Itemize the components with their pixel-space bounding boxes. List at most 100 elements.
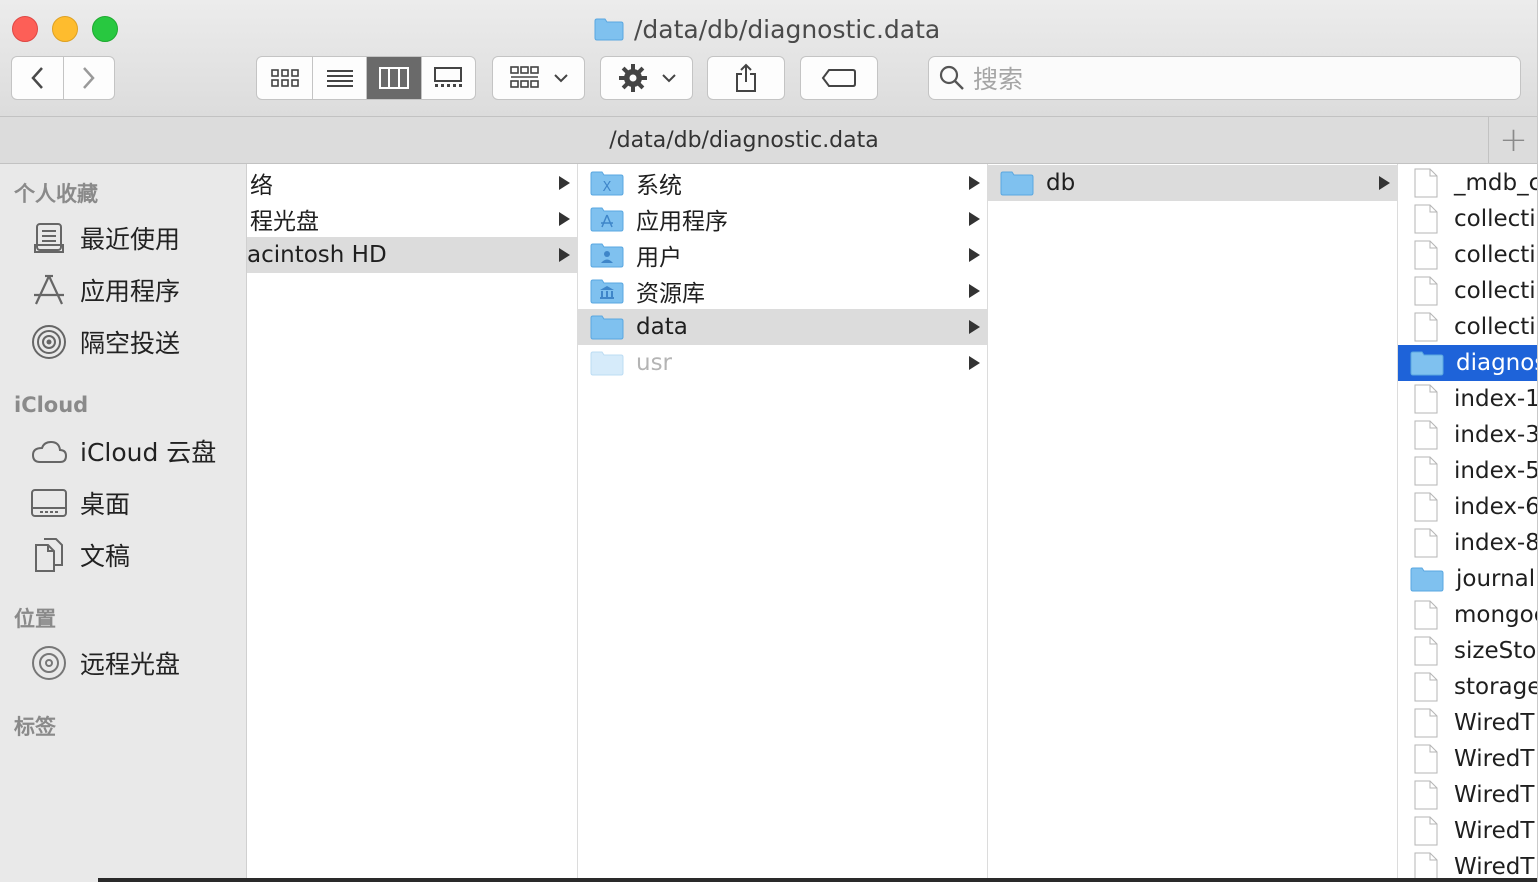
list-item-label: WiredT <box>1454 818 1535 844</box>
folder-icon <box>590 315 624 340</box>
sidebar-item-label: 应用程序 <box>80 277 181 306</box>
list-item-label: 用户 <box>636 245 682 271</box>
list-item[interactable]: index-3 <box>1398 417 1537 453</box>
list-item[interactable]: 用户 <box>578 237 987 273</box>
list-item[interactable]: WiredT <box>1398 705 1537 741</box>
list-item[interactable]: WiredT <box>1398 741 1537 777</box>
folder-icon <box>1410 567 1444 592</box>
action-menu-button[interactable] <box>600 56 693 100</box>
search-field[interactable]: 搜索 <box>928 56 1521 100</box>
window-title-text: /data/db/diagnostic.data <box>634 14 941 44</box>
svg-text:X: X <box>603 180 612 195</box>
list-item-label: journal <box>1456 566 1536 592</box>
gallery-view-button[interactable] <box>422 57 475 99</box>
applications-folder-icon <box>590 207 624 232</box>
chevron-left-icon <box>31 67 44 89</box>
list-item[interactable]: 程光盘 <box>247 201 577 237</box>
list-item[interactable]: WiredT <box>1398 813 1537 849</box>
icon-view-button[interactable] <box>257 57 314 99</box>
hidden-folder-icon <box>590 351 624 376</box>
sidebar-item-applications[interactable]: 应用程序 <box>30 270 180 310</box>
list-item-label: storage <box>1454 674 1537 700</box>
list-view-button[interactable] <box>313 57 368 99</box>
list-item[interactable]: X 系统 <box>578 165 987 201</box>
list-item[interactable]: mongoc <box>1398 597 1537 633</box>
list-item[interactable]: sizeSto <box>1398 633 1537 669</box>
list-icon <box>326 70 353 87</box>
applications-icon <box>30 272 68 308</box>
list-item[interactable]: index-8 <box>1398 525 1537 561</box>
list-item-label: index-8 <box>1454 530 1537 556</box>
list-item-label: _mdb_c <box>1454 170 1537 196</box>
share-button[interactable] <box>707 56 785 100</box>
edit-tags-button[interactable] <box>800 56 878 100</box>
folder-icon <box>1410 351 1444 376</box>
list-item[interactable]: collecti <box>1398 273 1537 309</box>
list-item[interactable]: collecti <box>1398 201 1537 237</box>
list-item[interactable]: 资源库 <box>578 273 987 309</box>
column-view-button[interactable] <box>367 57 422 99</box>
sidebar-item-documents[interactable]: 文稿 <box>30 535 130 575</box>
list-item-label: diagnos <box>1456 350 1537 376</box>
list-item-label: index-5 <box>1454 458 1537 484</box>
cloud-icon <box>30 433 68 469</box>
disclosure-arrow-icon <box>559 212 570 226</box>
desktop-icon <box>30 485 68 521</box>
list-item[interactable]: usr <box>578 345 987 381</box>
list-item[interactable]: index-1 <box>1398 381 1537 417</box>
search-icon <box>939 65 964 90</box>
list-item[interactable]: collecti <box>1398 237 1537 273</box>
list-item[interactable]: storage <box>1398 669 1537 705</box>
disclosure-arrow-icon <box>969 320 980 334</box>
list-item-label: collecti <box>1454 206 1536 232</box>
list-item-label: index-1 <box>1454 386 1537 412</box>
list-item-selected[interactable]: acintosh HD <box>247 237 577 273</box>
list-item-label: 系统 <box>636 173 682 199</box>
list-item[interactable]: 应用程序 <box>578 201 987 237</box>
view-mode-control <box>256 56 476 100</box>
zoom-window-button[interactable] <box>92 16 118 42</box>
list-item[interactable]: _mdb_c <box>1398 165 1537 201</box>
list-item-label: usr <box>636 350 673 376</box>
minimize-window-button[interactable] <box>52 16 78 42</box>
back-button[interactable] <box>12 57 64 99</box>
document-icon <box>1414 600 1438 630</box>
disclosure-arrow-icon <box>559 176 570 190</box>
browser-column-1: 络 程光盘 acintosh HD <box>247 164 578 882</box>
sidebar-item-remote-disc[interactable]: 远程光盘 <box>30 643 180 683</box>
list-item-selected[interactable]: data <box>578 309 987 345</box>
list-item-label: 程光盘 <box>250 209 319 235</box>
sidebar-item-airdrop[interactable]: 隔空投送 <box>30 322 180 362</box>
document-icon <box>1414 708 1438 738</box>
close-window-button[interactable] <box>12 16 38 42</box>
document-icon <box>1414 168 1438 198</box>
sidebar-item-label: 桌面 <box>80 490 131 519</box>
list-item[interactable]: index-5 <box>1398 453 1537 489</box>
sidebar-item-recents[interactable]: 最近使用 <box>30 218 180 258</box>
airdrop-icon <box>30 324 68 360</box>
disc-icon <box>30 645 68 681</box>
group-by-button[interactable] <box>492 56 585 100</box>
list-item-label: acintosh HD <box>247 242 387 268</box>
sidebar-item-desktop[interactable]: 桌面 <box>30 483 130 523</box>
share-icon <box>736 63 756 92</box>
list-item-label: mongoc <box>1454 602 1537 628</box>
list-item-selected[interactable]: db <box>988 165 1397 201</box>
toolbar: /data/db/diagnostic.data 搜索 <box>0 0 1537 117</box>
list-item-selected[interactable]: diagnos <box>1398 345 1537 381</box>
sidebar-section-icloud: iCloud <box>14 393 89 417</box>
forward-button[interactable] <box>64 57 115 99</box>
list-item[interactable]: collecti <box>1398 309 1537 345</box>
document-icon <box>1414 276 1438 306</box>
list-item[interactable]: index-6 <box>1398 489 1537 525</box>
gallery-icon <box>434 67 463 87</box>
add-tab-button[interactable]: + <box>1488 117 1537 164</box>
list-item[interactable]: journal <box>1398 561 1537 597</box>
list-item[interactable]: WiredT <box>1398 777 1537 813</box>
sidebar-item-icloud-drive[interactable]: iCloud 云盘 <box>30 431 216 471</box>
nav-buttons <box>11 56 115 100</box>
list-item[interactable]: 络 <box>247 165 577 201</box>
chevron-down-icon <box>553 74 568 83</box>
disclosure-arrow-icon <box>969 248 980 262</box>
list-item-label: db <box>1046 170 1076 196</box>
